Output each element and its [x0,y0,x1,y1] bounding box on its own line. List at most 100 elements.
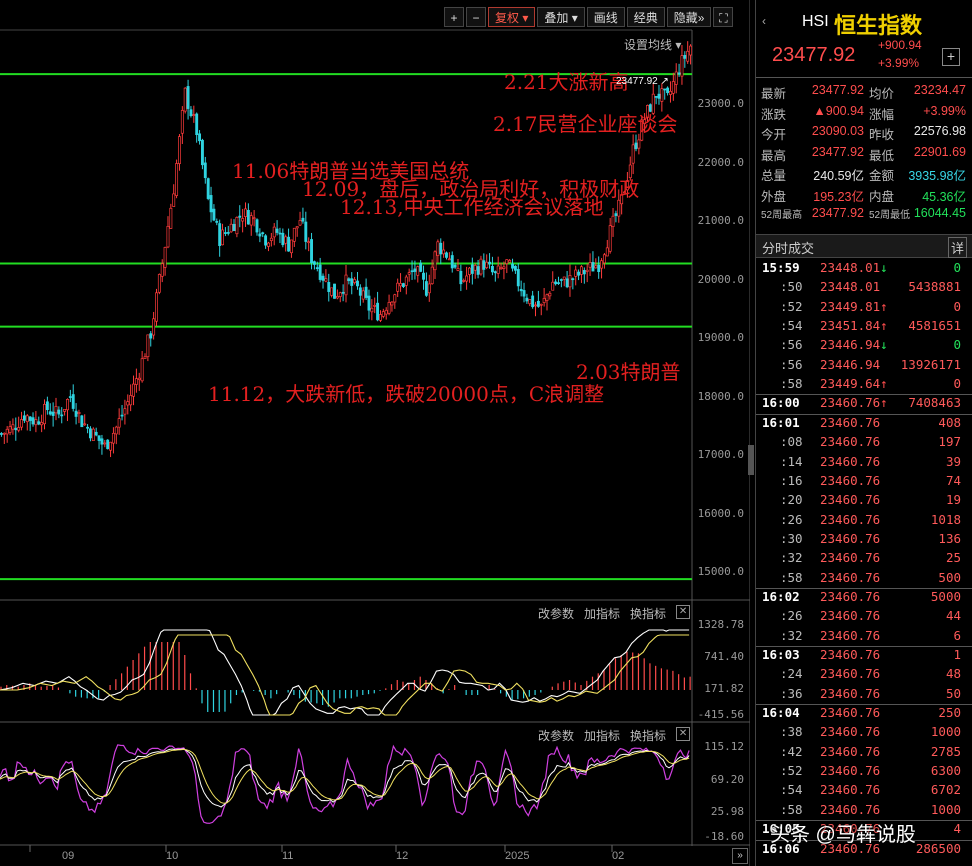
tick-time: :32 [780,627,803,643]
overlay-button[interactable]: 叠加 ▾ [537,7,585,27]
tick-volume: 0 [953,376,961,392]
add-indicator-button[interactable]: 加指标 [584,727,620,744]
candle-body [192,114,196,116]
candle-body [51,411,55,416]
hide-button[interactable]: 隐藏» [666,7,712,27]
candle-body [557,282,560,284]
price-tick-label: 19000.0 [697,331,744,344]
add-indicator-button[interactable]: 加指标 [584,605,620,622]
candle-body [410,270,414,273]
ticks-detail-button[interactable]: 详 [947,237,967,258]
quote-value: 22576.98 [913,124,966,138]
zoom-out-button[interactable]: − [466,7,486,27]
candle-body [215,220,219,223]
tick-volume: 197 [938,434,961,450]
scroll-right-icon[interactable]: » [732,848,748,864]
candle-body [479,258,483,275]
candle-body [68,396,72,398]
x-label-dec: 12 [396,850,409,862]
candle-body [568,275,572,288]
candle-body [473,264,477,271]
tick-price: 23460.76 [820,782,881,798]
edit-params-button[interactable]: 改参数 [538,727,574,744]
candle-body [580,266,583,275]
candle-body [689,45,693,56]
candle-body [333,283,336,299]
candle-body [301,217,305,222]
tick-time: 16:00 [762,395,800,411]
candle-body [25,415,29,423]
candle-body [439,242,443,255]
tick-volume: 286500 [915,840,961,856]
close-icon[interactable]: ✕ [676,727,691,741]
close-icon[interactable]: ✕ [676,605,691,619]
candle-body [132,383,135,397]
switch-indicator-button[interactable]: 换指标 [630,605,666,622]
tick-volume: 13926171 [900,356,961,372]
tick-price: 23460.76 [820,434,881,450]
tick-volume: 6 [953,627,961,643]
candle-body [146,334,150,358]
tick-row: :38 23460.76 1000 [756,724,972,743]
candle-body [206,178,210,199]
tick-time: :30 [780,530,803,546]
tick-row: 16:01 23460.76 408 [756,415,972,434]
tick-separator [756,646,972,647]
candle-body [209,195,213,213]
set-ma-button[interactable]: 设置均线 ▾ [624,36,681,53]
candle-body [241,218,245,222]
tick-time: :38 [780,724,803,740]
add-watchlist-button[interactable]: + [942,48,960,66]
zoom-in-button[interactable]: + [444,7,464,27]
candle-body [261,232,265,235]
candle-body [103,442,107,445]
tick-price: 23448.01 [820,279,881,295]
tick-price: 23460.76 [820,492,881,508]
candle-body [252,217,256,220]
candle-body [238,215,242,218]
panel-collapse-handle[interactable] [748,445,754,475]
candle-body [166,226,170,248]
tick-volume: 39 [945,453,961,469]
draw-line-button[interactable]: 画线 [586,7,625,27]
candle-body [361,290,365,300]
tick-row: :14 23460.76 39 [756,454,972,473]
candle-body [367,295,371,311]
switch-indicator-button[interactable]: 换指标 [630,727,666,744]
annotation-dec13: 12.13,中央工作经济会议落地 [340,195,604,219]
candle-body [442,249,446,255]
candle-body [278,232,282,235]
adjust-button[interactable]: 复权 ▾ [488,7,536,27]
candle-body [0,433,3,435]
candle-body [422,272,425,280]
macd-tick-label: 741.40 [704,650,744,663]
edit-params-button[interactable]: 改参数 [538,605,574,622]
tick-row: :26 23460.76 44 [756,608,972,627]
candle-body [548,292,552,297]
candle-body [605,247,609,257]
arrow-up-icon: ↑ [880,376,888,392]
price-tick-label: 16000.0 [697,507,744,520]
tick-time: :14 [780,453,803,469]
tick-volume: 25 [945,550,961,566]
candle-body [674,71,678,85]
quote-label: 今开 [761,128,787,142]
candle-body [574,269,578,277]
candle-body [637,139,641,149]
chart-toolbar: + − 复权 ▾ 叠加 ▾ 画线 经典 隐藏» ⛶ [444,7,734,29]
classic-button[interactable]: 经典 [626,7,665,27]
tick-row: :32 23460.76 6 [756,628,972,647]
tick-time: :36 [780,685,803,701]
watermark: 头条 @马犇说股 [770,824,916,846]
candle-body [324,278,328,282]
candle-body [565,278,569,288]
quote-value: 45.36亿 [922,189,966,204]
candle-body [634,142,638,150]
tick-price: 23449.81 [820,298,881,314]
candle-body [358,287,362,296]
chevron-left-icon[interactable]: ‹ [762,14,766,28]
fullscreen-icon[interactable]: ⛶ [713,7,734,27]
candle-body [602,254,606,264]
candle-body [356,280,359,287]
candle-body [54,406,58,414]
